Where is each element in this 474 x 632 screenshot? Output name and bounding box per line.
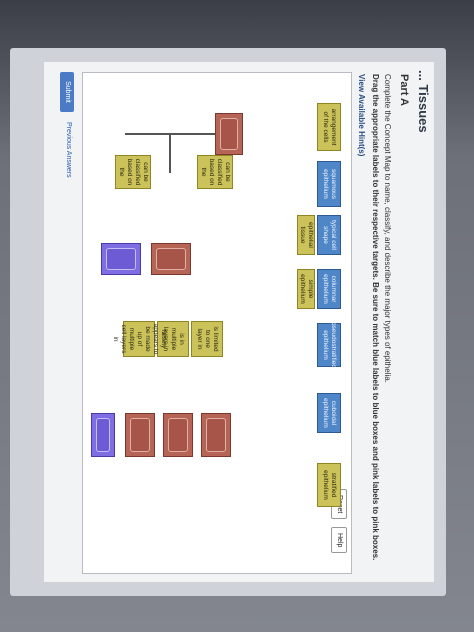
label-epithelial-tissue[interactable]: epithelial tissue <box>297 215 315 255</box>
label-simple[interactable]: simple epithelium <box>297 269 315 309</box>
pink-target-3[interactable] <box>125 413 155 457</box>
label-typical-shape[interactable]: typical cell shape <box>317 215 341 255</box>
connector <box>169 133 171 173</box>
label-arrangement[interactable]: arrangement of the cells <box>317 103 341 151</box>
instruction-line-2: Drag the appropriate labels to their res… <box>371 74 380 561</box>
view-hints-link[interactable]: View Available Hint(s) <box>357 74 366 156</box>
instruction-line-1: Complete the Concept Map to name, classi… <box>383 74 392 383</box>
part-label: Part A <box>398 74 410 106</box>
assignment-page: ... Tissues Part A Complete the Concept … <box>44 62 434 582</box>
label-squamous[interactable]: squamous epithelium <box>317 161 341 207</box>
submit-button[interactable]: Submit <box>60 72 74 112</box>
previous-answers-link[interactable]: Previous Answers <box>65 122 72 178</box>
label-stratified[interactable]: stratified epithelium <box>317 463 341 507</box>
blue-target-middle[interactable] <box>101 243 141 275</box>
page-title: ... Tissues <box>416 70 431 133</box>
rotated-content: ... Tissues Part A Complete the Concept … <box>44 62 434 582</box>
label-falsely-appears[interactable]: falsely appears to be made up of multipl… <box>112 321 167 357</box>
label-limited-one-layer-1[interactable]: is limited to one layer in <box>191 321 223 357</box>
top-pink-target[interactable] <box>215 113 243 155</box>
monitor-screen: ... Tissues Part A Complete the Concept … <box>10 48 446 596</box>
pink-target-1[interactable] <box>201 413 231 457</box>
label-classified-on-2[interactable]: can be classified based on the <box>115 155 151 189</box>
pink-target-2[interactable] <box>163 413 193 457</box>
help-button[interactable]: Help <box>331 527 347 554</box>
label-pseudostratified[interactable]: pseudostratified epithelium <box>317 322 341 368</box>
label-columnar[interactable]: columnar epithelium <box>317 269 341 309</box>
blue-target-1[interactable] <box>91 413 115 457</box>
label-cuboidal[interactable]: cuboidal epithelium <box>317 393 341 433</box>
concept-map-panel: Reset Help arrangement of the cells squa… <box>82 72 352 574</box>
label-classified-on-1[interactable]: can be classified based on the <box>197 155 233 189</box>
pink-target-middle[interactable] <box>151 243 191 275</box>
